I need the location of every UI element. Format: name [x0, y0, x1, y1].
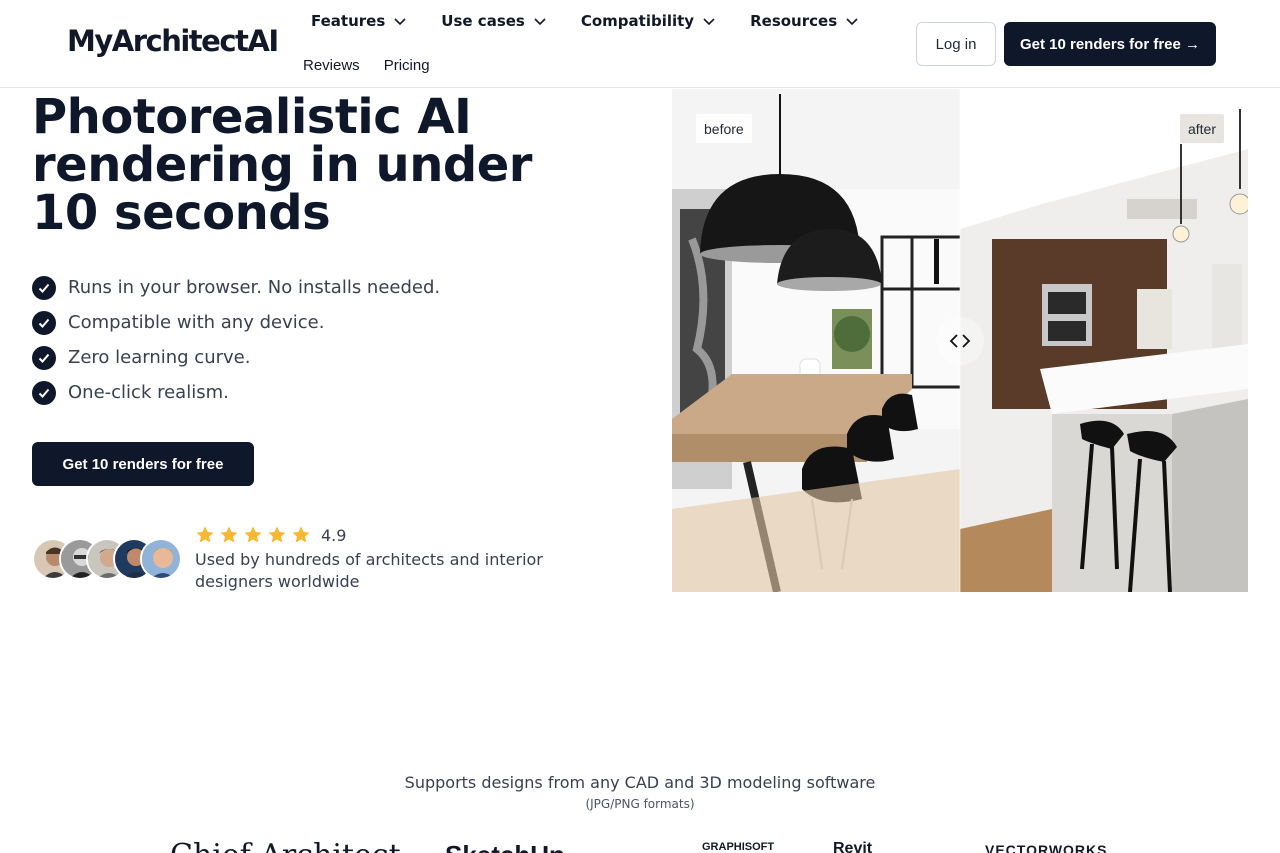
feature-item: Compatible with any device.	[32, 305, 440, 340]
avatar-group	[32, 538, 184, 580]
feature-text: Compatible with any device.	[68, 312, 325, 333]
chevron-right-icon	[962, 334, 971, 348]
site-header: MyArchitectAI Features Use cases Compati…	[0, 0, 1280, 88]
before-label: before	[696, 114, 752, 143]
feature-list: Runs in your browser. No installs needed…	[32, 270, 440, 410]
check-icon	[32, 310, 56, 335]
feature-text: Zero learning curve.	[68, 347, 251, 368]
nav-resources-label: Resources	[750, 12, 838, 30]
feature-item: Zero learning curve.	[32, 340, 440, 375]
logo-vectorworks: VECTORWORKS	[985, 842, 1108, 853]
rating-value: 4.9	[321, 525, 347, 545]
chevron-left-icon	[949, 334, 958, 348]
nav-reviews[interactable]: Reviews	[303, 57, 360, 74]
logo-sketchup: SketchUp	[445, 840, 565, 853]
nav-pricing[interactable]: Pricing	[384, 57, 430, 74]
secondary-nav: Reviews Pricing	[303, 57, 430, 74]
feature-text: Runs in your browser. No installs needed…	[68, 277, 441, 298]
nav-compatibility[interactable]: Compatibility	[581, 12, 716, 30]
hero-cta-button[interactable]: Get 10 renders for free	[32, 442, 254, 486]
avatar	[140, 538, 182, 580]
nav-compatibility-label: Compatibility	[580, 12, 695, 30]
before-after-slider[interactable]: before after	[672, 89, 1248, 592]
chevron-down-icon	[703, 18, 715, 26]
star-icon	[268, 526, 286, 543]
hero-title-line: Photorealistic AI	[32, 89, 472, 145]
after-label: after	[1179, 114, 1224, 143]
logo-revit: Revit	[833, 840, 873, 853]
supports-heading: Supports designs from any CAD and 3D mod…	[404, 773, 876, 792]
feature-item: Runs in your browser. No installs needed…	[32, 270, 440, 305]
check-icon	[32, 345, 56, 370]
check-icon	[32, 275, 56, 300]
social-proof-text: Used by hundreds of architects and inter…	[195, 550, 543, 591]
slider-handle[interactable]	[936, 317, 984, 365]
formats-note: (JPG/PNG formats)	[585, 797, 695, 811]
nav-use-cases[interactable]: Use cases	[441, 12, 547, 30]
hero-title-line: 10 seconds	[32, 185, 331, 241]
nav-resources[interactable]: Resources	[750, 12, 859, 30]
brand-logo[interactable]: MyArchitectAI	[67, 24, 279, 58]
check-icon	[32, 380, 56, 405]
primary-nav: Features Use cases Compatibility Resourc…	[311, 12, 859, 30]
feature-item: One-click realism.	[32, 375, 440, 410]
chevron-down-icon	[534, 18, 546, 26]
login-button[interactable]: Log in	[916, 22, 996, 66]
chevron-down-icon	[846, 18, 858, 26]
star-icon	[196, 526, 214, 543]
star-icon	[220, 526, 238, 543]
star-icon	[244, 526, 262, 543]
logo-graphisoft: GRAPHISOFT	[702, 841, 775, 853]
feature-text: One-click realism.	[68, 382, 229, 403]
rating-stars: 4.9	[195, 525, 346, 545]
software-logos: Chief Architect SketchUp GRAPHISOFT Revi…	[0, 838, 1280, 853]
nav-features[interactable]: Features	[311, 12, 407, 30]
header-cta-button[interactable]: Get 10 renders for free →	[1004, 22, 1216, 66]
hero-title: Photorealistic AI rendering in under 10 …	[32, 93, 552, 237]
nav-features-label: Features	[311, 12, 386, 30]
hero-title-line: rendering in under	[32, 137, 532, 193]
star-icon	[292, 526, 310, 543]
chevron-down-icon	[394, 18, 406, 26]
logo-chief-architect: Chief Architect	[170, 838, 401, 853]
nav-use-cases-label: Use cases	[441, 12, 525, 30]
